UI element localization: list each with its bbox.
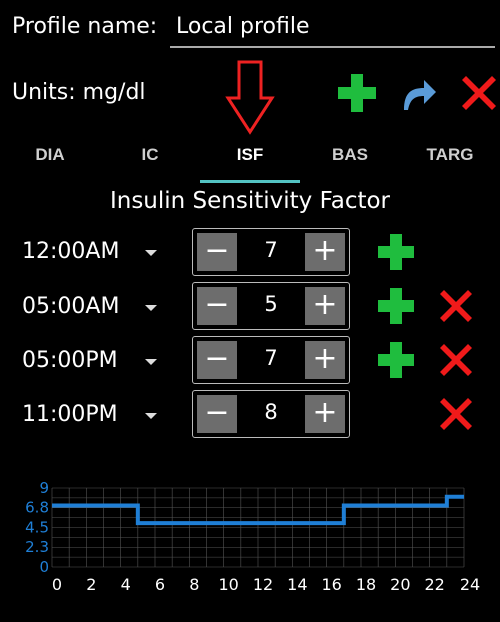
close-icon bbox=[440, 398, 472, 430]
y-tick-label: 0 bbox=[39, 558, 49, 576]
chevron-down-icon[interactable] bbox=[145, 413, 157, 419]
isf-stepper-4: − 8 + bbox=[192, 390, 350, 438]
increment-button[interactable]: + bbox=[305, 395, 345, 433]
time-selector-2[interactable]: 05:00AM bbox=[22, 294, 119, 319]
isf-graph: 0 2.3 4.5 6.8 9 0 2 4 6 8 10 12 14 16 18 20 22 24 bbox=[0, 475, 500, 615]
x-tick-label: 20 bbox=[390, 575, 410, 594]
tab-ic[interactable]: IC bbox=[115, 145, 185, 165]
x-tick-label: 0 bbox=[52, 575, 62, 594]
decrement-button[interactable]: − bbox=[197, 395, 237, 433]
tab-isf[interactable]: ISF bbox=[215, 145, 285, 165]
add-row-button[interactable] bbox=[376, 232, 416, 272]
close-icon bbox=[440, 344, 472, 376]
remove-row-button[interactable] bbox=[438, 396, 474, 432]
add-profile-button[interactable] bbox=[336, 72, 378, 114]
arrow-down-indicator-icon bbox=[225, 60, 275, 135]
y-tick-label: 9 bbox=[39, 479, 49, 497]
add-row-button[interactable] bbox=[376, 340, 416, 380]
increment-button[interactable]: + bbox=[305, 341, 345, 379]
tab-targ[interactable]: TARG bbox=[415, 145, 485, 165]
undo-icon bbox=[404, 80, 436, 110]
profile-name-field[interactable]: Local profile bbox=[170, 12, 495, 48]
remove-row-button[interactable] bbox=[438, 288, 474, 324]
x-tick-label: 2 bbox=[86, 575, 96, 594]
x-tick-label: 22 bbox=[424, 575, 444, 594]
undo-button[interactable] bbox=[398, 74, 438, 114]
profile-name-value: Local profile bbox=[176, 14, 310, 39]
x-tick-label: 10 bbox=[218, 575, 238, 594]
isf-stepper-3: − 7 + bbox=[192, 336, 350, 384]
tab-selected-indicator bbox=[200, 180, 300, 183]
delete-profile-button[interactable] bbox=[460, 74, 498, 112]
isf-value[interactable]: 7 bbox=[237, 238, 305, 262]
close-icon bbox=[440, 290, 472, 322]
y-tick-label: 4.5 bbox=[25, 519, 49, 537]
y-tick-label: 6.8 bbox=[25, 498, 49, 516]
isf-value[interactable]: 8 bbox=[237, 400, 305, 424]
x-tick-label: 14 bbox=[287, 575, 307, 594]
decrement-button[interactable]: − bbox=[197, 233, 237, 271]
increment-button[interactable]: + bbox=[305, 233, 345, 271]
increment-button[interactable]: + bbox=[305, 287, 345, 325]
tab-dia[interactable]: DIA bbox=[15, 145, 85, 165]
chevron-down-icon[interactable] bbox=[145, 359, 157, 365]
isf-stepper-1: − 7 + bbox=[192, 228, 350, 276]
isf-value[interactable]: 5 bbox=[237, 292, 305, 316]
close-icon bbox=[462, 76, 496, 110]
profile-name-label: Profile name: bbox=[12, 14, 158, 39]
decrement-button[interactable]: − bbox=[197, 287, 237, 325]
time-selector-3[interactable]: 05:00PM bbox=[22, 348, 118, 373]
time-selector-4[interactable]: 11:00PM bbox=[22, 402, 118, 427]
plus-icon bbox=[378, 234, 414, 270]
chevron-down-icon[interactable] bbox=[145, 250, 157, 256]
x-tick-label: 16 bbox=[321, 575, 341, 594]
x-tick-label: 24 bbox=[460, 575, 480, 594]
x-tick-label: 8 bbox=[189, 575, 199, 594]
x-tick-label: 12 bbox=[253, 575, 273, 594]
chevron-down-icon[interactable] bbox=[145, 305, 157, 311]
remove-row-button[interactable] bbox=[438, 342, 474, 378]
plus-icon bbox=[378, 288, 414, 324]
plus-icon bbox=[378, 342, 414, 378]
y-tick-label: 2.3 bbox=[25, 538, 49, 556]
add-row-button[interactable] bbox=[376, 286, 416, 326]
units-label: Units: mg/dl bbox=[12, 80, 146, 105]
x-tick-label: 4 bbox=[121, 575, 131, 594]
x-tick-label: 6 bbox=[155, 575, 165, 594]
time-selector-1[interactable]: 12:00AM bbox=[22, 239, 119, 264]
decrement-button[interactable]: − bbox=[197, 341, 237, 379]
plus-icon bbox=[338, 74, 376, 112]
x-tick-label: 18 bbox=[356, 575, 376, 594]
isf-value[interactable]: 7 bbox=[237, 346, 305, 370]
isf-chart: 02.34.56.890 2 4 6 8 10 12 14 16 18 20 22 24 bbox=[25, 479, 480, 594]
section-title: Insulin Sensitivity Factor bbox=[109, 188, 391, 214]
isf-stepper-2: − 5 + bbox=[192, 282, 350, 330]
tab-bas[interactable]: BAS bbox=[315, 145, 385, 165]
